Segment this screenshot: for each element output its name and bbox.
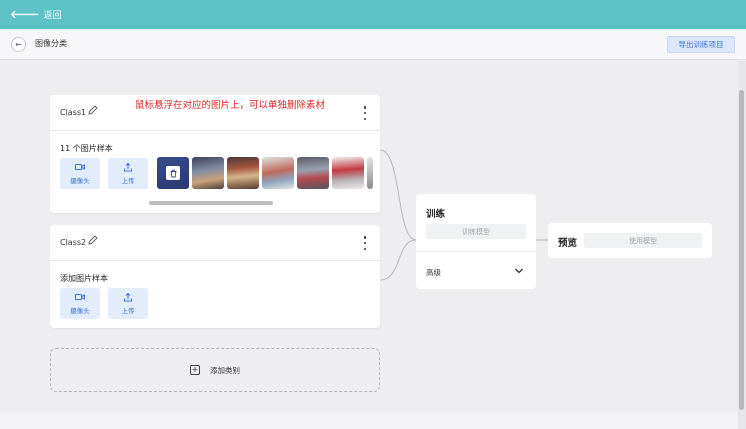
sample-count-title: 添加图片样本: [60, 274, 108, 283]
class-card-header: Class2: [50, 225, 380, 261]
preview-panel: 预览 使用模型: [548, 223, 712, 258]
bottom-strip: [0, 413, 738, 429]
back-circle-icon[interactable]: ←: [11, 37, 26, 52]
more-options-icon[interactable]: [363, 106, 367, 120]
more-options-icon[interactable]: [363, 236, 367, 250]
class-name[interactable]: Class2: [60, 238, 86, 247]
upload-label: 上传: [121, 177, 135, 185]
sample-thumbnail[interactable]: [367, 157, 373, 189]
page-title: 图像分类: [35, 39, 67, 48]
class-name[interactable]: Class1: [60, 108, 86, 117]
webcam-label: 摄像头: [70, 307, 90, 315]
sample-count-title: 11 个图片样本: [60, 144, 113, 153]
divider: [416, 251, 536, 252]
trash-icon[interactable]: [166, 166, 180, 180]
sample-thumbnail[interactable]: [262, 157, 294, 189]
upload-button[interactable]: 上传: [108, 158, 148, 189]
edit-pencil-icon[interactable]: [87, 104, 99, 116]
camera-icon: [75, 294, 85, 300]
upload-button[interactable]: 上传: [108, 288, 148, 319]
plus-icon: +: [190, 365, 200, 375]
thumbnail-scrollbar[interactable]: [149, 201, 273, 205]
training-title: 训练: [426, 209, 446, 220]
webcam-button[interactable]: 摄像头: [60, 158, 100, 189]
back-link[interactable]: 返回: [44, 8, 62, 21]
upload-icon: [124, 292, 132, 302]
advanced-toggle-label[interactable]: 高级: [426, 267, 441, 278]
sample-thumbnail[interactable]: [297, 157, 329, 189]
upload-icon: [124, 162, 132, 172]
delete-sample-overlay[interactable]: [157, 157, 189, 189]
upload-label: 上传: [121, 307, 135, 315]
back-arrow-icon[interactable]: 🡐: [10, 9, 40, 20]
webcam-button[interactable]: 摄像头: [60, 288, 100, 319]
top-bar: 🡐 返回: [0, 0, 746, 29]
sample-thumbnail[interactable]: [332, 157, 364, 189]
page-header: ← 图像分类: [0, 29, 746, 60]
chevron-down-icon[interactable]: [514, 267, 524, 275]
train-model-button[interactable]: 训练模型: [426, 224, 526, 239]
class-card-1: Class1 11 个图片样本: [50, 95, 380, 213]
sample-thumbnail[interactable]: [192, 157, 224, 189]
webcam-label: 摄像头: [70, 177, 90, 185]
camera-icon: [75, 164, 85, 170]
page-scrollbar-thumb[interactable]: [739, 90, 744, 410]
use-model-button[interactable]: 使用模型: [584, 233, 702, 248]
preview-title: 预览: [558, 238, 578, 249]
add-class-button[interactable]: + 添加类别: [50, 348, 380, 392]
add-class-label: 添加类别: [210, 365, 240, 375]
edit-pencil-icon[interactable]: [87, 234, 99, 246]
export-project-button[interactable]: 导出训练项目: [667, 36, 735, 53]
annotation-note: 鼠标悬浮在对应的图片上，可以单独删除素材: [135, 100, 326, 111]
sample-thumbnail[interactable]: [227, 157, 259, 189]
